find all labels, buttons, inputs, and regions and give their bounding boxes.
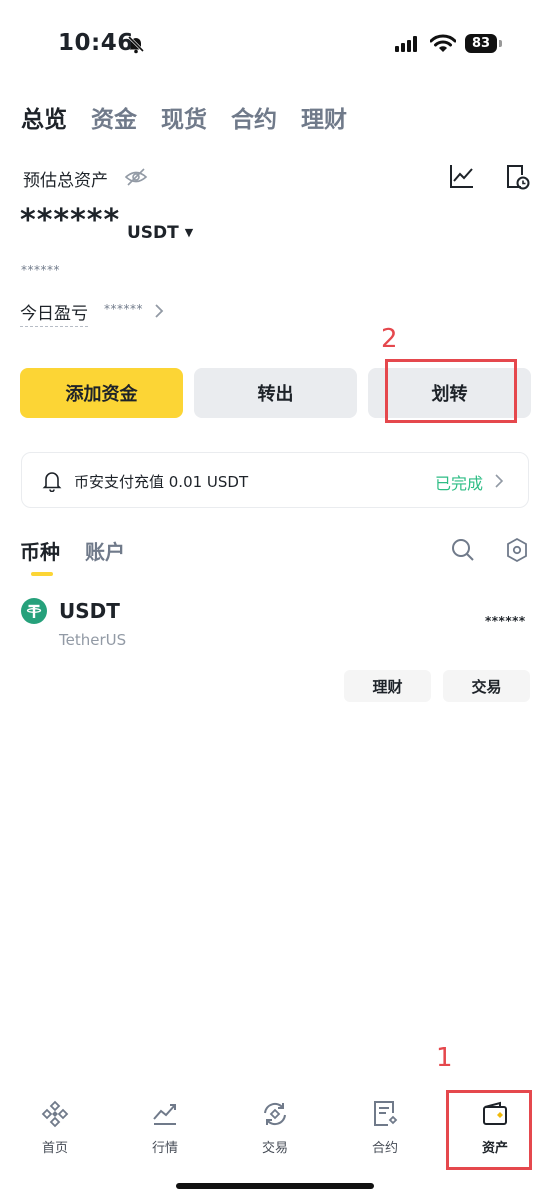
trade-button[interactable]: 交易 <box>443 670 530 702</box>
tab-funding[interactable]: 资金 <box>91 100 137 134</box>
settings-icon[interactable] <box>505 537 529 563</box>
signal-icon <box>395 36 417 52</box>
nav-trade-label: 交易 <box>261 1141 288 1156</box>
caret-down-icon: ▼ <box>184 226 194 239</box>
deposit-button[interactable]: 添加资金 <box>20 368 183 418</box>
bell-icon <box>42 472 62 492</box>
markets-icon <box>153 1104 176 1125</box>
tab-coins[interactable]: 币种 <box>20 536 60 565</box>
tab-accounts[interactable]: 账户 <box>85 536 125 565</box>
chevron-right-icon[interactable] <box>153 302 165 320</box>
notice-banner[interactable]: 币安支付充值 0.01 USDT 已完成 <box>21 452 529 508</box>
nav-futures-label: 合约 <box>371 1141 398 1156</box>
trade-icon <box>264 1102 286 1126</box>
battery-indicator: 83 <box>465 34 497 53</box>
tab-earn[interactable]: 理财 <box>301 100 347 134</box>
earn-button[interactable]: 理财 <box>344 670 431 702</box>
battery-nub <box>499 40 502 47</box>
history-icon[interactable] <box>505 163 531 191</box>
active-tab-indicator <box>31 572 53 576</box>
notice-text: 币安支付充值 0.01 USDT <box>74 473 249 491</box>
pnl-label[interactable]: 今日盈亏 <box>20 299 88 327</box>
asset-name: TetherUS <box>59 631 127 649</box>
nav-futures[interactable]: 合约 <box>330 1095 440 1165</box>
notice-status: 已完成 <box>435 474 484 493</box>
total-assets-sub-value: ****** <box>21 263 60 277</box>
pnl-value: ****** <box>104 302 143 316</box>
tab-spot[interactable]: 现货 <box>161 100 207 134</box>
search-icon[interactable] <box>450 537 476 563</box>
asset-symbol[interactable]: USDT <box>59 599 120 623</box>
total-assets-value: ****** <box>20 203 121 238</box>
nav-trade[interactable]: 交易 <box>220 1095 330 1165</box>
withdraw-button[interactable]: 转出 <box>194 368 357 418</box>
tether-icon <box>21 598 47 624</box>
nav-markets-label: 行情 <box>151 1141 178 1156</box>
status-time: 10:46 <box>58 30 134 56</box>
chart-icon[interactable] <box>449 163 475 189</box>
nav-home[interactable]: 首页 <box>0 1095 110 1165</box>
eye-off-icon[interactable] <box>124 167 148 187</box>
futures-icon <box>374 1101 398 1126</box>
currency-selector[interactable]: USDT ▼ <box>127 223 193 243</box>
nav-home-label: 首页 <box>41 1141 68 1156</box>
annotation-number-1: 1 <box>436 1043 453 1073</box>
asset-balance: ****** <box>485 614 526 628</box>
annotation-box-assets <box>446 1090 532 1170</box>
currency-label: USDT <box>127 223 179 243</box>
wifi-icon <box>430 34 456 52</box>
annotation-box-transfer <box>385 359 517 423</box>
annotation-number-2: 2 <box>381 324 398 354</box>
tab-futures[interactable]: 合约 <box>231 100 277 134</box>
bell-off-icon <box>127 35 145 54</box>
total-assets-label: 预估总资产 <box>23 171 108 191</box>
nav-markets[interactable]: 行情 <box>110 1095 220 1165</box>
home-icon <box>41 1100 69 1128</box>
home-indicator <box>176 1183 374 1189</box>
chevron-right-icon <box>495 474 504 488</box>
tab-overview[interactable]: 总览 <box>21 100 67 134</box>
